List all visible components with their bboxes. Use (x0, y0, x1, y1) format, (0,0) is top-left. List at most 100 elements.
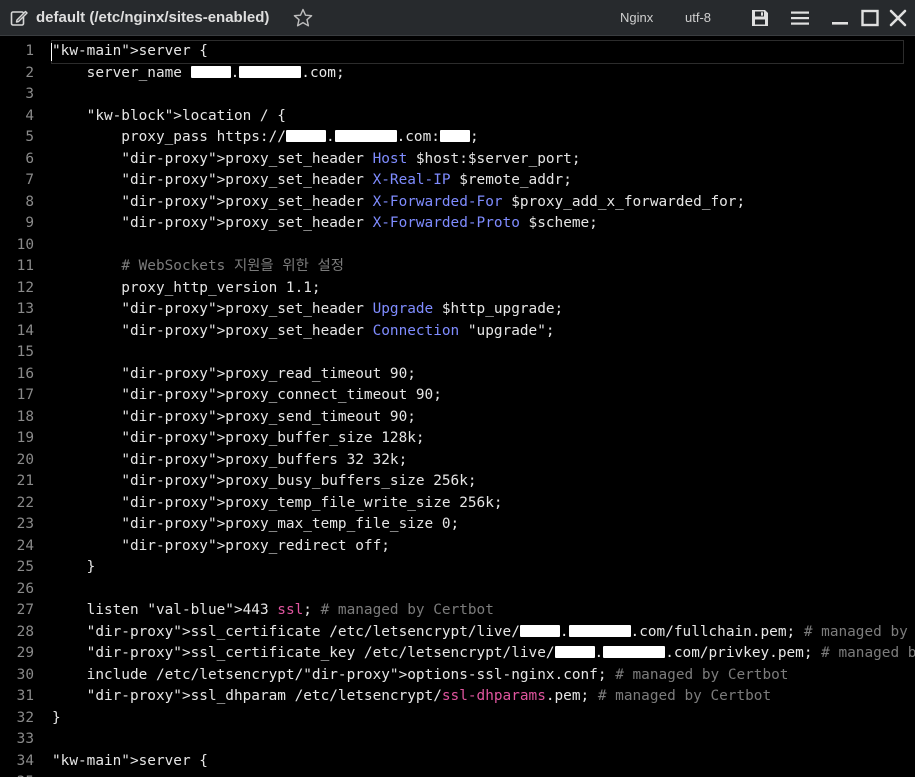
code-text[interactable]: "kw-main">server { (52, 751, 903, 773)
code-line[interactable]: 12 proxy_http_version 1.1; (0, 278, 915, 300)
code-text[interactable]: "dir-proxy">proxy_connect_timeout 90; (52, 385, 903, 407)
line-number: 13 (16, 301, 34, 317)
code-text[interactable]: "kw-main">server { (51, 40, 904, 64)
line-number: 33 (16, 731, 34, 747)
code-editor[interactable]: 1 "kw-main">server {2 server_name . .com; 3… (0, 36, 915, 777)
code-text[interactable]: "dir-proxy">ssl_certificate /etc/letsenc… (52, 622, 908, 644)
code-text[interactable]: } (52, 557, 903, 579)
code-text[interactable]: } (52, 708, 903, 730)
code-line[interactable]: 19 "dir-proxy">proxy_buffer_size 128k; (0, 428, 915, 450)
code-text[interactable]: "kw-block">location / { (52, 106, 903, 128)
line-number: 29 (16, 645, 34, 661)
code-text[interactable]: proxy_pass https://. .com:; (52, 127, 903, 149)
redacted-text (239, 65, 302, 78)
code-text[interactable]: "dir-proxy">ssl_certificate_key /etc/let… (52, 643, 915, 665)
code-text[interactable]: server_name . .com; (52, 63, 903, 85)
code-line[interactable]: 22 "dir-proxy">proxy_temp_file_write_siz… (0, 493, 915, 515)
code-text[interactable]: "dir-proxy">proxy_redirect off; (52, 536, 903, 558)
star-icon[interactable] (292, 7, 314, 29)
code-text[interactable]: "dir-proxy">proxy_set_header X-Real-IP $… (52, 170, 903, 192)
line-number: 35 (0, 772, 34, 777)
code-line[interactable]: 21 "dir-proxy">proxy_busy_buffers_size 2… (0, 471, 915, 493)
code-text[interactable]: "dir-proxy">proxy_set_header X-Forwarded… (52, 213, 903, 235)
code-line[interactable]: 34 "kw-main">server { (0, 751, 915, 773)
code-line[interactable]: 8 "dir-proxy">proxy_set_header X-Forward… (0, 192, 915, 214)
code-line[interactable]: 30 include /etc/letsencrypt/"dir-proxy">… (0, 665, 915, 687)
redacted-text (190, 65, 231, 78)
code-line[interactable]: 1 "kw-main">server { (0, 40, 915, 64)
code-line[interactable]: 3 (0, 84, 915, 106)
line-number: 15 (16, 344, 34, 360)
code-text[interactable]: "dir-proxy">proxy_set_header X-Forwarded… (52, 192, 903, 214)
code-line[interactable]: 28 "dir-proxy">ssl_certificate /etc/lets… (0, 622, 915, 644)
code-text[interactable]: # WebSockets 지원을 위한 설정 (52, 256, 903, 278)
code-line[interactable]: 16 "dir-proxy">proxy_read_timeout 90; (0, 364, 915, 386)
code-line[interactable]: 9 "dir-proxy">proxy_set_header X-Forward… (0, 213, 915, 235)
line-number: 5 (25, 129, 34, 145)
code-line[interactable]: 6 "dir-proxy">proxy_set_header Host $hos… (0, 149, 915, 171)
line-number: 23 (16, 516, 34, 532)
code-text[interactable]: "dir-proxy">proxy_read_timeout 90; (52, 364, 903, 386)
code-line[interactable]: 5 proxy_pass https://. .com:; (0, 127, 915, 149)
code-text[interactable]: "dir-proxy">proxy_set_header Host $host:… (52, 149, 903, 171)
redacted-text (519, 624, 560, 637)
code-line[interactable]: 4 "kw-block">location / { (0, 106, 915, 128)
code-line[interactable]: 7 "dir-proxy">proxy_set_header X-Real-IP… (0, 170, 915, 192)
code-line[interactable]: 26 (0, 579, 915, 601)
code-line[interactable]: 15 (0, 342, 915, 364)
code-line[interactable]: 17 "dir-proxy">proxy_connect_timeout 90; (0, 385, 915, 407)
code-text[interactable]: "dir-proxy">ssl_dhparam /etc/letsencrypt… (52, 686, 903, 708)
minimize-icon[interactable] (829, 7, 851, 29)
code-line[interactable]: 2 server_name . .com; (0, 63, 915, 85)
code-text[interactable]: "dir-proxy">proxy_set_header Connection … (52, 321, 903, 343)
encoding-selector[interactable]: utf-8 (685, 10, 711, 25)
code-line[interactable]: 10 (0, 235, 915, 257)
menu-icon[interactable] (789, 7, 811, 29)
code-text[interactable]: "dir-proxy">proxy_send_timeout 90; (52, 407, 903, 429)
code-line[interactable]: 31 "dir-proxy">ssl_dhparam /etc/letsencr… (0, 686, 915, 708)
line-number: 11 (16, 258, 34, 274)
line-number: 14 (16, 322, 34, 339)
close-icon[interactable] (887, 7, 909, 29)
code-text[interactable]: include /etc/letsencrypt/"dir-proxy">opt… (52, 665, 903, 687)
code-line[interactable]: 24 "dir-proxy">proxy_redirect off; (0, 536, 915, 558)
save-icon[interactable] (749, 7, 771, 29)
line-number: 1 (25, 43, 34, 59)
code-line[interactable]: 20 "dir-proxy">proxy_buffers 32 32k; (0, 450, 915, 472)
redacted-text (439, 130, 470, 142)
code-line[interactable]: 32} (0, 708, 915, 730)
language-mode-selector[interactable]: Nginx (620, 10, 653, 25)
code-text[interactable]: "dir-proxy">proxy_buffer_size 128k; (52, 428, 903, 450)
code-text[interactable]: listen "val-blue">443 ssl; # managed by … (52, 600, 903, 622)
code-line[interactable]: 13 "dir-proxy">proxy_set_header Upgrade … (0, 299, 915, 321)
code-line[interactable]: 27 listen "val-blue">443 ssl; # managed … (0, 600, 915, 622)
line-number: 7 (25, 172, 34, 188)
redacted-text (334, 130, 397, 142)
code-text[interactable]: "dir-proxy">proxy_buffers 32 32k; (52, 450, 903, 472)
code-line[interactable]: 35 (0, 772, 915, 777)
redacted-text (285, 130, 326, 142)
line-number: 6 (25, 150, 34, 167)
redacted-text (568, 624, 631, 637)
code-line[interactable]: 23 "dir-proxy">proxy_max_temp_file_size … (0, 514, 915, 536)
code-text[interactable]: proxy_http_version 1.1; (52, 278, 903, 300)
code-text[interactable]: "dir-proxy">proxy_busy_buffers_size 256k… (52, 471, 903, 493)
line-number: 21 (16, 473, 34, 489)
code-line[interactable]: 14 "dir-proxy">proxy_set_header Connecti… (0, 321, 915, 343)
code-line[interactable]: 33 (0, 729, 915, 751)
code-line[interactable]: 29 "dir-proxy">ssl_certificate_key /etc/… (0, 643, 915, 665)
line-number: 17 (16, 387, 34, 403)
redacted-text (554, 646, 595, 658)
line-number: 34 (16, 752, 34, 769)
code-line[interactable]: 18 "dir-proxy">proxy_send_timeout 90; (0, 407, 915, 429)
line-number: 8 (25, 193, 34, 210)
line-number: 20 (16, 451, 34, 468)
code-line[interactable]: 25 } (0, 557, 915, 579)
redacted-text (603, 646, 666, 658)
code-text[interactable]: "dir-proxy">proxy_max_temp_file_size 0; (52, 514, 903, 536)
code-text[interactable]: "dir-proxy">proxy_set_header Upgrade $ht… (52, 299, 903, 321)
line-number: 2 (25, 64, 34, 81)
maximize-icon[interactable] (859, 7, 881, 29)
code-line[interactable]: 11 # WebSockets 지원을 위한 설정 (0, 256, 915, 278)
code-text[interactable]: "dir-proxy">proxy_temp_file_write_size 2… (52, 493, 903, 515)
